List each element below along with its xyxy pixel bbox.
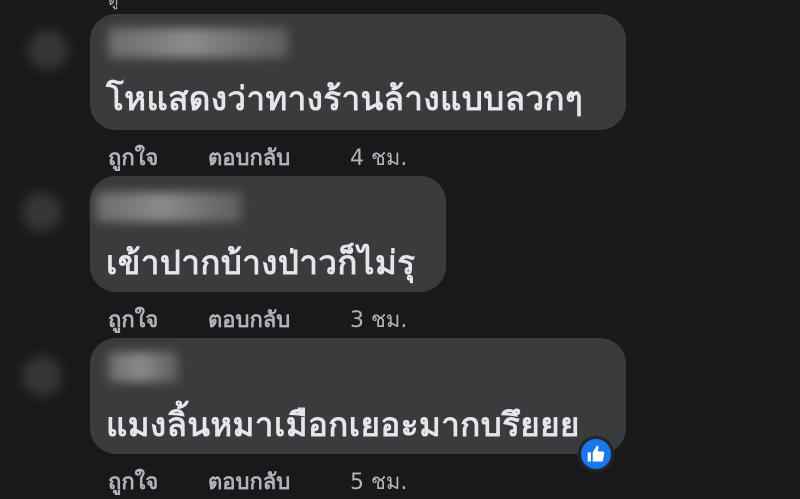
like-button[interactable]: ถูกใจ (108, 302, 208, 337)
comment-actions: ถูกใจ ตอบกลับ 3 ชม. (108, 302, 407, 337)
avatar[interactable] (22, 356, 62, 396)
like-button[interactable]: ถูกใจ (108, 464, 208, 499)
comment-actions: ถูกใจ ตอบกลับ 5 ชม. (108, 464, 407, 499)
avatar[interactable] (28, 30, 68, 70)
like-reaction-badge[interactable] (578, 436, 614, 472)
like-button[interactable]: ถูกใจ (108, 140, 208, 175)
comment-text: โหแสดงว่าทางร้านล้างแบบลวกๆ (106, 79, 584, 118)
comment-timestamp[interactable]: 5 ชม. (350, 464, 407, 499)
commenter-name-blurred[interactable] (108, 28, 288, 58)
previous-comment-fragment: ดู (108, 0, 118, 13)
avatar[interactable] (22, 192, 62, 232)
comment-text: แมงลิ้นหมาเมือกเยอะมากบรึยยย (106, 405, 580, 444)
commenter-name-blurred[interactable] (108, 352, 178, 382)
thumbs-up-icon (587, 445, 605, 462)
comment-timestamp[interactable]: 3 ชม. (350, 302, 407, 337)
comment-actions: ถูกใจ ตอบกลับ 4 ชม. (108, 140, 407, 175)
commenter-name-blurred[interactable] (96, 192, 242, 222)
comment-timestamp[interactable]: 4 ชม. (350, 140, 407, 175)
reply-button[interactable]: ตอบกลับ (208, 140, 350, 175)
reply-button[interactable]: ตอบกลับ (208, 464, 350, 499)
comment-text: เข้าปากบ้างป่าวก็ไม่รุ (106, 243, 416, 282)
reply-button[interactable]: ตอบกลับ (208, 302, 350, 337)
